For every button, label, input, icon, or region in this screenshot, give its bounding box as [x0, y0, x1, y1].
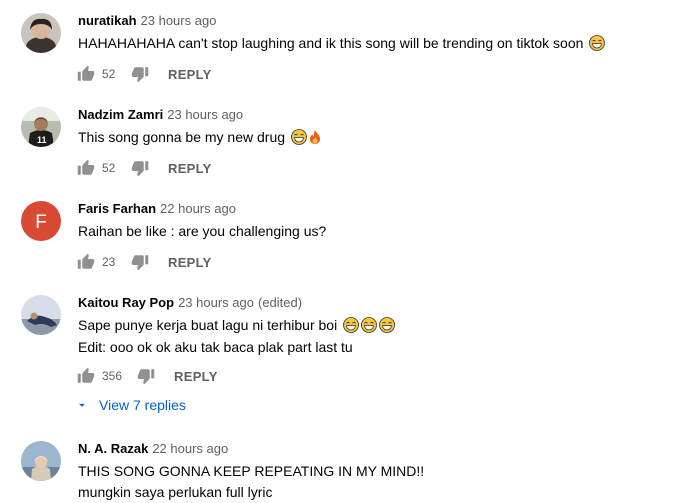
comment-line: THIS SONG GONNA KEEP REPEATING IN MY MIN…: [78, 463, 425, 479]
comment-time[interactable]: 23 hours ago: [167, 107, 243, 122]
comment-header: Faris Farhan 22 hours ago: [78, 200, 236, 218]
thumb-down-icon[interactable]: [136, 366, 156, 386]
comment-line: HAHAHAHAHA can't stop laughing and ik th…: [78, 35, 584, 51]
comment-line: This song gonna be my new drug: [78, 129, 286, 145]
thumb-down-icon[interactable]: [130, 64, 150, 84]
svg-text:11: 11: [37, 135, 47, 145]
avatar[interactable]: [21, 441, 61, 481]
comment-text: HAHAHAHAHA can't stop laughing and ik th…: [78, 33, 605, 53]
comment-author[interactable]: Nadzim Zamri: [78, 107, 163, 122]
reply-button[interactable]: REPLY: [168, 67, 212, 82]
comment-text: This song gonna be my new drug: [78, 127, 323, 147]
comment-time[interactable]: 22 hours ago: [152, 441, 228, 456]
like-count: 356: [102, 369, 123, 383]
avatar-letter: F: [35, 212, 47, 233]
comment-line: Raihan be like : are you challenging us?: [78, 223, 327, 239]
comment-header: N. A. Razak 22 hours ago: [78, 440, 228, 458]
avatar[interactable]: F: [21, 201, 61, 241]
comment-text: mungkin saya perlukan full lyric: [78, 482, 273, 502]
comment-text: Edit: ooo ok ok aku tak baca plak part l…: [78, 337, 353, 357]
comment-text: THIS SONG GONNA KEEP REPEATING IN MY MIN…: [78, 461, 424, 481]
comment-line: Edit: ooo ok ok aku tak baca plak part l…: [78, 339, 353, 355]
thumb-down-icon[interactable]: [130, 158, 150, 178]
comment-header: nuratikah 23 hours ago: [78, 12, 216, 30]
grinning-sweat-emoji: [379, 317, 395, 333]
thumb-up-icon[interactable]: [76, 64, 96, 84]
reply-button[interactable]: REPLY: [168, 255, 212, 270]
comment-author[interactable]: N. A. Razak: [78, 441, 148, 456]
thumb-down-icon[interactable]: [130, 252, 150, 272]
avatar[interactable]: [21, 13, 61, 53]
grinning-sweat-emoji: [291, 129, 307, 145]
comment-actions: 52 REPLY: [76, 156, 212, 180]
comment-actions: 52 REPLY: [76, 62, 212, 86]
comment-time[interactable]: 23 hours ago: [178, 295, 254, 310]
chevron-down-icon: [75, 398, 89, 412]
view-replies-label: View 7 replies: [99, 397, 186, 413]
comment-text: Raihan be like : are you challenging us?: [78, 221, 326, 241]
reply-button[interactable]: REPLY: [168, 161, 212, 176]
comment-author[interactable]: Kaitou Ray Pop: [78, 295, 174, 310]
comment-line: mungkin saya perlukan full lyric: [78, 484, 273, 500]
edited-label: (edited): [257, 295, 303, 310]
thumb-up-icon[interactable]: [76, 252, 96, 272]
grinning-sweat-emoji: [361, 317, 377, 333]
view-replies-button[interactable]: View 7 replies: [75, 395, 186, 415]
comment-text: Sape punye kerja buat lagu ni terhibur b…: [78, 315, 395, 335]
grinning-sweat-emoji: [343, 317, 359, 333]
comment-author[interactable]: Faris Farhan: [78, 201, 156, 216]
like-count: 52: [102, 67, 116, 81]
thumb-up-icon[interactable]: [76, 366, 96, 386]
like-count: 52: [102, 161, 116, 175]
comment-time[interactable]: 22 hours ago: [160, 201, 236, 216]
avatar[interactable]: [21, 295, 61, 335]
avatar[interactable]: 11: [21, 107, 61, 147]
comment-header: Nadzim Zamri 23 hours ago: [78, 106, 243, 124]
thumb-up-icon[interactable]: [76, 158, 96, 178]
comment-author[interactable]: nuratikah: [78, 13, 137, 28]
comment-header: Kaitou Ray Pop 23 hours ago (edited): [78, 294, 302, 312]
comment-actions: 23 REPLY: [76, 250, 212, 274]
comment-line: Sape punye kerja buat lagu ni terhibur b…: [78, 317, 338, 333]
comment-time[interactable]: 23 hours ago: [141, 13, 217, 28]
like-count: 23: [102, 255, 116, 269]
fire-emoji: [307, 129, 323, 145]
comment-actions: 356 REPLY: [76, 364, 218, 388]
grinning-sweat-emoji: [589, 35, 605, 51]
reply-button[interactable]: REPLY: [174, 369, 218, 384]
